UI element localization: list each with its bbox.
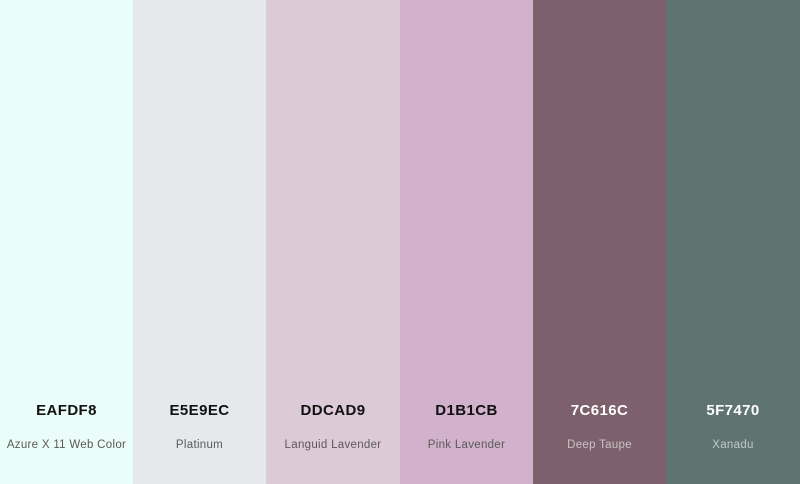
swatch-deep-taupe[interactable]: 7C616C Deep Taupe (533, 0, 666, 484)
swatch-color-name: Azure X 11 Web Color (6, 439, 127, 451)
swatch-color-name: Platinum (175, 439, 224, 451)
swatch-xanadu[interactable]: 5F7470 Xanadu (666, 0, 800, 484)
swatch-pink-lavender[interactable]: D1B1CB Pink Lavender (400, 0, 533, 484)
swatch-hex-code[interactable]: 7C616C (533, 402, 666, 420)
swatch-color-name: Deep Taupe (567, 439, 632, 451)
swatch-platinum[interactable]: E5E9EC Platinum (133, 0, 266, 484)
swatch-color-name: Languid Lavender (284, 439, 382, 451)
swatch-hex-code[interactable]: EAFDF8 (0, 402, 133, 420)
color-palette: EAFDF8 Azure X 11 Web Color E5E9EC Plati… (0, 0, 800, 484)
swatch-hex-code[interactable]: DDCAD9 (266, 402, 400, 420)
swatch-languid-lavender[interactable]: DDCAD9 Languid Lavender (266, 0, 400, 484)
swatch-color-name: Xanadu (712, 439, 754, 451)
swatch-color-name: Pink Lavender (427, 439, 506, 451)
swatch-hex-code[interactable]: E5E9EC (133, 402, 266, 420)
swatch-hex-code[interactable]: 5F7470 (666, 402, 800, 420)
swatch-azure[interactable]: EAFDF8 Azure X 11 Web Color (0, 0, 133, 484)
swatch-hex-code[interactable]: D1B1CB (400, 402, 533, 420)
